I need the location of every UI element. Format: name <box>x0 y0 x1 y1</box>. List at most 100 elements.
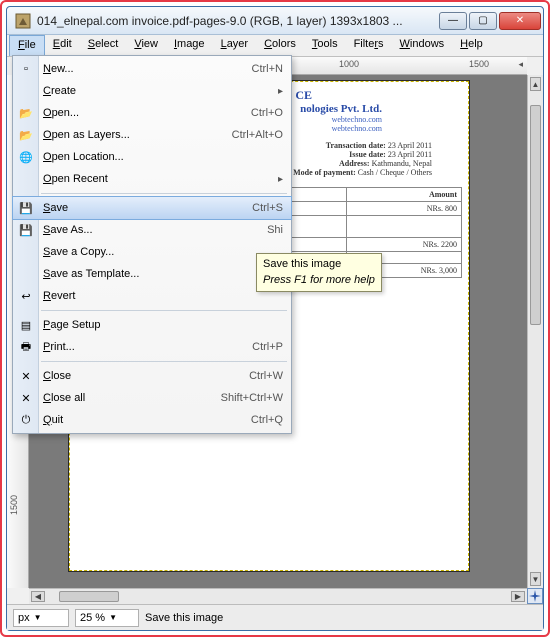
menu-windows[interactable]: Windows <box>392 35 453 56</box>
menu-item-open-as-layers[interactable]: 📂 Open as Layers...Ctrl+Alt+O <box>13 124 291 146</box>
unit-selector[interactable]: px ▼ <box>13 609 69 627</box>
statusbar: px ▼ 25 % ▼ Save this image <box>7 604 543 630</box>
menu-item-label: Print... <box>43 341 252 353</box>
app-icon <box>15 13 31 29</box>
menu-item-label: Save a Copy... <box>43 246 283 258</box>
menu-item-label: Save as Template... <box>43 268 283 280</box>
menu-item-label: Close all <box>43 392 221 404</box>
tooltip-hint: Press F1 for more help <box>263 273 375 287</box>
menu-item-revert[interactable]: ↩ Revert <box>13 285 291 307</box>
page-setup-icon: ▤ <box>17 319 35 332</box>
menu-item-open-recent[interactable]: Open Recent▸ <box>13 168 291 190</box>
menu-item-label: Page Setup <box>43 319 283 331</box>
scrollbar-horizontal[interactable]: ◀ ▶ <box>29 588 527 604</box>
menu-item-label: Revert <box>43 290 283 302</box>
menu-layer[interactable]: Layer <box>213 35 257 56</box>
revert-icon: ↩ <box>17 290 35 303</box>
menu-item-save-a-copy[interactable]: Save a Copy... <box>13 241 291 263</box>
ruler-tick: 1000 <box>339 59 359 69</box>
chevron-down-icon: ▼ <box>34 613 42 622</box>
new-icon: ▫ <box>17 63 35 75</box>
scroll-h-thumb[interactable] <box>59 591 119 602</box>
table-cell: NRs. 800 <box>346 202 462 216</box>
close-window-button[interactable]: ✕ <box>499 12 541 30</box>
menu-item-close[interactable]: ✕CloseCtrl+W <box>13 365 291 387</box>
ruler-menu-icon[interactable]: ◂ <box>518 59 523 70</box>
save-icon: 💾 <box>17 202 35 215</box>
doc-link: webtechno.com <box>332 115 382 124</box>
menu-image[interactable]: Image <box>166 35 213 56</box>
menu-edit[interactable]: Edit <box>45 35 80 56</box>
menu-item-quit[interactable]: ⏻QuitCtrl+Q <box>13 409 291 431</box>
minimize-button[interactable]: — <box>439 12 467 30</box>
menu-item-new[interactable]: ▫New...Ctrl+N <box>13 58 291 80</box>
tooltip-title: Save this image <box>263 258 341 270</box>
doc-heading: CE <box>295 88 312 102</box>
submenu-arrow-icon: ▸ <box>278 174 283 185</box>
menu-item-label: New... <box>43 63 252 75</box>
menu-item-create[interactable]: Create▸ <box>13 80 291 102</box>
print-icon: 🖶 <box>17 338 35 357</box>
window-controls: — ▢ ✕ <box>439 12 541 30</box>
meta-label: Transaction date: <box>326 141 386 150</box>
menu-item-label: Open Recent <box>43 173 278 185</box>
menu-item-save-as[interactable]: 💾Save As...Shi <box>13 219 291 241</box>
meta-value: Cash / Cheque / Others <box>358 168 432 177</box>
table-cell: NRs. 2200 <box>346 238 462 252</box>
zoom-selector[interactable]: 25 % ▼ <box>75 609 139 627</box>
meta-value: 23 April 2011 <box>388 150 432 159</box>
menu-item-save[interactable]: 💾SaveCtrl+S <box>13 197 291 219</box>
menubar: File Edit Select View Image Layer Colors… <box>7 35 543 57</box>
menu-item-print[interactable]: 🖶 Print...Ctrl+P <box>13 336 291 358</box>
menu-shortcut: Ctrl+Alt+O <box>232 129 283 141</box>
scrollbar-vertical[interactable]: ▲ ▼ <box>527 75 543 588</box>
menu-colors[interactable]: Colors <box>256 35 304 56</box>
scroll-v-thumb[interactable] <box>530 105 541 325</box>
menu-shortcut: Shift+Ctrl+W <box>221 392 283 404</box>
maximize-button[interactable]: ▢ <box>469 12 497 30</box>
meta-label: Address: <box>339 159 370 168</box>
meta-label: Issue date: <box>349 150 386 159</box>
open-layers-icon: 📂 <box>17 129 35 142</box>
titlebar: 014_elnepal.com invoice.pdf-pages-9.0 (R… <box>7 7 543 35</box>
menu-item-open-location[interactable]: 🌐Open Location... <box>13 146 291 168</box>
menu-select[interactable]: Select <box>80 35 127 56</box>
scroll-up-button[interactable]: ▲ <box>530 77 541 91</box>
menu-file[interactable]: File <box>9 35 45 56</box>
menu-item-label: Quit <box>43 414 251 426</box>
menu-help[interactable]: Help <box>452 35 491 56</box>
menu-shortcut: Ctrl+Q <box>251 414 283 426</box>
meta-value: Kathmandu, Nepal <box>372 159 432 168</box>
menu-item-save-as-template[interactable]: Save as Template... <box>13 263 291 285</box>
menu-item-close-all[interactable]: ✕Close allShift+Ctrl+W <box>13 387 291 409</box>
menu-filters[interactable]: Filters <box>346 35 392 56</box>
menu-item-label: Save As... <box>43 224 267 236</box>
unit-value: px <box>18 612 30 624</box>
scroll-left-button[interactable]: ◀ <box>31 591 45 602</box>
ruler-tick: 1500 <box>469 59 489 69</box>
doc-company: nologies Pvt. Ltd. <box>300 103 382 115</box>
tooltip: Save this image Press F1 for more help <box>256 253 382 292</box>
menu-item-label: Open as Layers... <box>43 129 232 141</box>
navigation-icon[interactable] <box>527 588 543 604</box>
menu-item-open[interactable]: 📂Open...Ctrl+O <box>13 102 291 124</box>
window-title: 014_elnepal.com invoice.pdf-pages-9.0 (R… <box>37 14 439 28</box>
menu-shortcut: Ctrl+S <box>252 202 283 214</box>
menu-shortcut: Ctrl+P <box>252 341 283 353</box>
scroll-down-button[interactable]: ▼ <box>530 572 541 586</box>
menu-item-label: Close <box>43 370 249 382</box>
menu-item-page-setup[interactable]: ▤ Page Setup <box>13 314 291 336</box>
meta-value: 23 April 2011 <box>388 141 432 150</box>
ruler-tick: 1500 <box>9 495 19 515</box>
menu-item-label: Create <box>43 85 278 97</box>
menu-view[interactable]: View <box>126 35 166 56</box>
file-menu-dropdown: ▫New...Ctrl+NCreate▸📂Open...Ctrl+O📂Open … <box>12 55 292 434</box>
zoom-value: 25 % <box>80 612 105 624</box>
menu-tools[interactable]: Tools <box>304 35 346 56</box>
menu-shortcut: Ctrl+W <box>249 370 283 382</box>
menu-separator <box>41 193 287 194</box>
meta-label: Mode of payment: <box>293 168 356 177</box>
amount-header: Amount <box>346 188 462 202</box>
doc-link: webtechno.com <box>332 124 382 133</box>
scroll-right-button[interactable]: ▶ <box>511 591 525 602</box>
